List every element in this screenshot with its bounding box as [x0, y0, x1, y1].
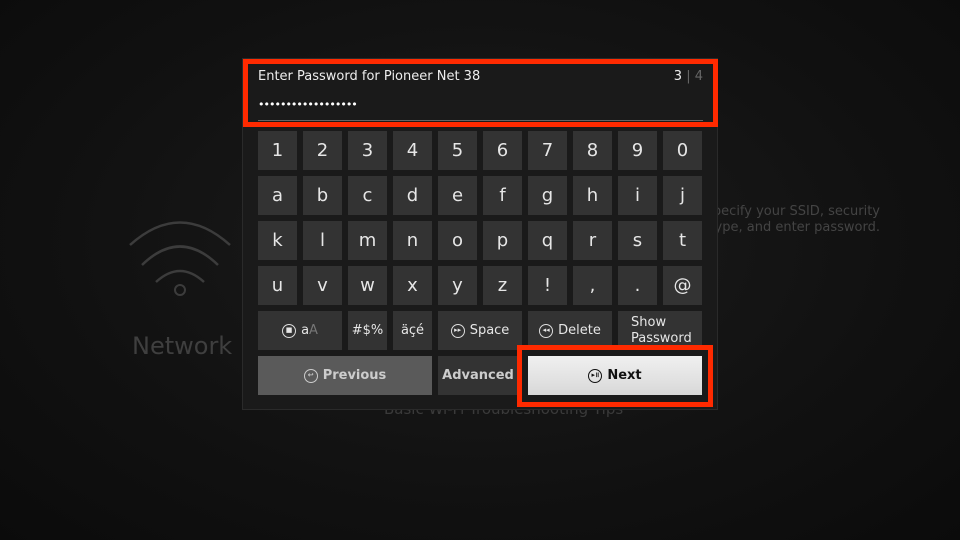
key-a[interactable]: a: [258, 176, 297, 215]
key-x[interactable]: x: [393, 266, 432, 305]
key-p[interactable]: p: [483, 221, 522, 260]
key-k[interactable]: k: [258, 221, 297, 260]
key-q[interactable]: q: [528, 221, 567, 260]
key-t[interactable]: t: [663, 221, 702, 260]
key-![interactable]: !: [528, 266, 567, 305]
space-key[interactable]: ▸▸ Space: [438, 311, 522, 350]
symbols-key[interactable]: #$%: [348, 311, 387, 350]
next-label: Next: [607, 368, 642, 383]
case-lower: a: [301, 323, 310, 338]
wifi-icon: [129, 221, 231, 296]
accents-key[interactable]: äçé: [393, 311, 432, 350]
key-u[interactable]: u: [258, 266, 297, 305]
next-button[interactable]: ▸॥ Next: [528, 356, 702, 395]
key-0[interactable]: 0: [663, 131, 702, 170]
case-toggle-key[interactable]: ■ a A: [258, 311, 342, 350]
key-9[interactable]: 9: [618, 131, 657, 170]
step-current: 3: [673, 69, 683, 84]
key-@[interactable]: @: [663, 266, 702, 305]
key-n[interactable]: n: [393, 221, 432, 260]
step-indicator: 3 | 4: [674, 69, 703, 84]
rewind-icon: ◂◂: [539, 323, 554, 338]
key-c[interactable]: c: [348, 176, 387, 215]
key-h[interactable]: h: [573, 176, 612, 215]
key-o[interactable]: o: [438, 221, 477, 260]
key-v[interactable]: v: [303, 266, 342, 305]
back-icon: ↩: [303, 368, 318, 383]
key-3[interactable]: 3: [348, 131, 387, 170]
key-i[interactable]: i: [618, 176, 657, 215]
case-upper: A: [309, 323, 318, 338]
key-.[interactable]: .: [618, 266, 657, 305]
show-label: Show: [631, 314, 667, 330]
key-6[interactable]: 6: [483, 131, 522, 170]
password-field-header: Enter Password for Pioneer Net 38 3 | 4 …: [243, 59, 718, 127]
network-label: Network: [132, 332, 233, 360]
key-8[interactable]: 8: [573, 131, 612, 170]
key-,[interactable]: ,: [573, 266, 612, 305]
key-b[interactable]: b: [303, 176, 342, 215]
key-4[interactable]: 4: [393, 131, 432, 170]
password-input[interactable]: ••••••••••••••••••: [258, 98, 358, 111]
advanced-button[interactable]: Advanced: [438, 356, 518, 395]
key-m[interactable]: m: [348, 221, 387, 260]
key-e[interactable]: e: [438, 176, 477, 215]
key-w[interactable]: w: [348, 266, 387, 305]
key-d[interactable]: d: [393, 176, 432, 215]
input-underline: [258, 120, 703, 121]
delete-label: Delete: [558, 323, 601, 338]
space-label: Space: [469, 323, 510, 338]
step-total: 4: [694, 69, 703, 84]
key-g[interactable]: g: [528, 176, 567, 215]
key-s[interactable]: s: [618, 221, 657, 260]
previous-button[interactable]: ↩ Previous: [258, 356, 432, 395]
key-l[interactable]: l: [303, 221, 342, 260]
step-separator: |: [686, 69, 691, 84]
previous-label: Previous: [322, 368, 387, 383]
key-r[interactable]: r: [573, 221, 612, 260]
key-y[interactable]: y: [438, 266, 477, 305]
key-2[interactable]: 2: [303, 131, 342, 170]
play-pause-icon: ▸॥: [588, 368, 603, 383]
key-z[interactable]: z: [483, 266, 522, 305]
fast-forward-icon: ▸▸: [450, 323, 465, 338]
key-7[interactable]: 7: [528, 131, 567, 170]
key-1[interactable]: 1: [258, 131, 297, 170]
key-j[interactable]: j: [663, 176, 702, 215]
key-f[interactable]: f: [483, 176, 522, 215]
key-5[interactable]: 5: [438, 131, 477, 170]
dialog-title: Enter Password for Pioneer Net 38: [258, 69, 481, 84]
menu-button-icon: ■: [282, 323, 297, 338]
